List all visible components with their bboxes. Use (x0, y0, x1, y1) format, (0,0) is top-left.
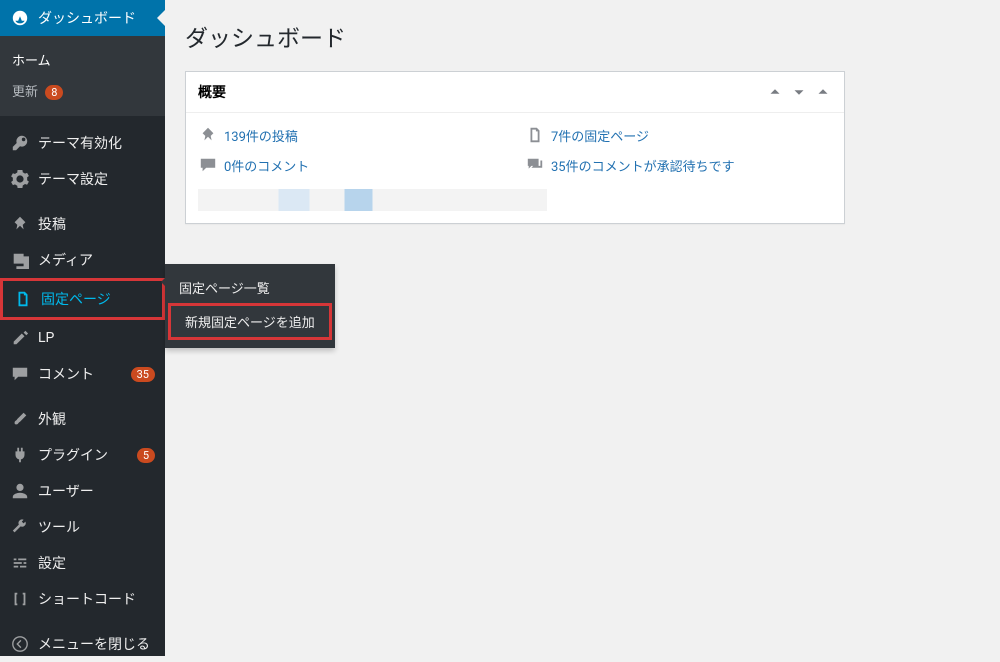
dashboard-icon (10, 8, 30, 28)
sidebar-label: テーマ有効化 (38, 133, 155, 153)
sidebar-item-media[interactable]: メディア (0, 242, 165, 278)
collapse-icon (10, 634, 30, 654)
sidebar-item-comments[interactable]: コメント 35 (0, 356, 165, 392)
sidebar-item-tools[interactable]: ツール (0, 509, 165, 545)
sidebar-label: 固定ページ (41, 289, 152, 309)
sidebar-label: テーマ設定 (38, 169, 155, 189)
comments-icon (525, 155, 545, 175)
flyout-pages-list[interactable]: 固定ページ一覧 (165, 272, 335, 303)
key-icon (10, 133, 30, 153)
pin-icon (10, 214, 30, 234)
comments-badge: 35 (131, 367, 155, 382)
comment-icon (10, 364, 30, 384)
sidebar-label: 設定 (38, 553, 155, 573)
stat-label: 35件のコメントが承認待ちです (551, 156, 735, 175)
obscured-content (198, 189, 547, 211)
sidebar-label: コメント (38, 364, 127, 384)
flyout-pages-add[interactable]: 新規固定ページを追加 (171, 306, 329, 337)
sidebar-label: ツール (38, 517, 155, 537)
sidebar-label: 投稿 (38, 214, 155, 234)
sidebar-label: ショートコード (38, 589, 155, 609)
sidebar-label: ダッシュボード (38, 8, 155, 28)
stat-label: 139件の投稿 (224, 126, 298, 145)
sidebar-submenu-dashboard: ホーム 更新 8 (0, 36, 165, 116)
wrench-icon (10, 517, 30, 537)
stat-posts[interactable]: 139件の投稿 (198, 125, 505, 145)
sliders-icon (10, 553, 30, 573)
sidebar-item-dashboard[interactable]: ダッシュボード (0, 0, 165, 36)
sidebar-item-lp[interactable]: LP (0, 320, 165, 356)
panel-move-down[interactable] (790, 83, 808, 101)
stat-label: 7件の固定ページ (551, 126, 649, 145)
stat-pages[interactable]: 7件の固定ページ (525, 125, 832, 145)
submenu-updates[interactable]: 更新 8 (0, 75, 165, 106)
panel-toggle[interactable] (814, 83, 832, 101)
page-title: ダッシュボード (185, 10, 980, 57)
brackets-icon (10, 589, 30, 609)
pages-flyout: 固定ページ一覧 新規固定ページを追加 (165, 264, 335, 348)
submenu-home[interactable]: ホーム (0, 44, 165, 75)
sidebar-item-users[interactable]: ユーザー (0, 473, 165, 509)
main-content: ダッシュボード 概要 139件の投稿 7件の固定ページ (165, 0, 1000, 656)
edit-icon (10, 328, 30, 348)
media-icon (10, 250, 30, 270)
stat-comments[interactable]: 0件のコメント (198, 155, 505, 175)
sidebar-label: メニューを閉じる (38, 634, 155, 654)
sidebar-item-theme-activate[interactable]: テーマ有効化 (0, 125, 165, 161)
sidebar-item-plugins[interactable]: プラグイン 5 (0, 437, 165, 473)
sidebar-item-settings[interactable]: 設定 (0, 545, 165, 581)
sidebar-label: メディア (38, 250, 155, 270)
page-icon (525, 125, 545, 145)
plug-icon (10, 445, 30, 465)
updates-badge: 8 (45, 85, 63, 100)
comment-icon (198, 155, 218, 175)
sidebar-item-appearance[interactable]: 外観 (0, 401, 165, 437)
brush-icon (10, 409, 30, 429)
sidebar-collapse[interactable]: メニューを閉じる (0, 626, 165, 662)
page-icon (13, 289, 33, 309)
plugins-badge: 5 (137, 448, 155, 463)
user-icon (10, 481, 30, 501)
sidebar-label: 外観 (38, 409, 155, 429)
admin-sidebar: ダッシュボード ホーム 更新 8 テーマ有効化 テーマ設定 投稿 メディア 固定… (0, 0, 165, 656)
overview-panel: 概要 139件の投稿 7件の固定ページ (185, 71, 845, 224)
sidebar-item-shortcode[interactable]: ショートコード (0, 581, 165, 617)
gear-icon (10, 169, 30, 189)
stat-pending-comments[interactable]: 35件のコメントが承認待ちです (525, 155, 832, 175)
sidebar-item-posts[interactable]: 投稿 (0, 206, 165, 242)
panel-header: 概要 (186, 72, 844, 113)
sidebar-label: LP (38, 330, 155, 346)
sidebar-label: プラグイン (38, 445, 133, 465)
sidebar-item-pages[interactable]: 固定ページ (3, 281, 162, 317)
panel-move-up[interactable] (766, 83, 784, 101)
panel-title: 概要 (198, 82, 760, 102)
pin-icon (198, 125, 218, 145)
sidebar-item-theme-settings[interactable]: テーマ設定 (0, 161, 165, 197)
panel-body: 139件の投稿 7件の固定ページ 0件のコメント 35件のコメントが承認待ちです (186, 113, 844, 223)
stat-label: 0件のコメント (224, 156, 309, 175)
sidebar-label: ユーザー (38, 481, 155, 501)
